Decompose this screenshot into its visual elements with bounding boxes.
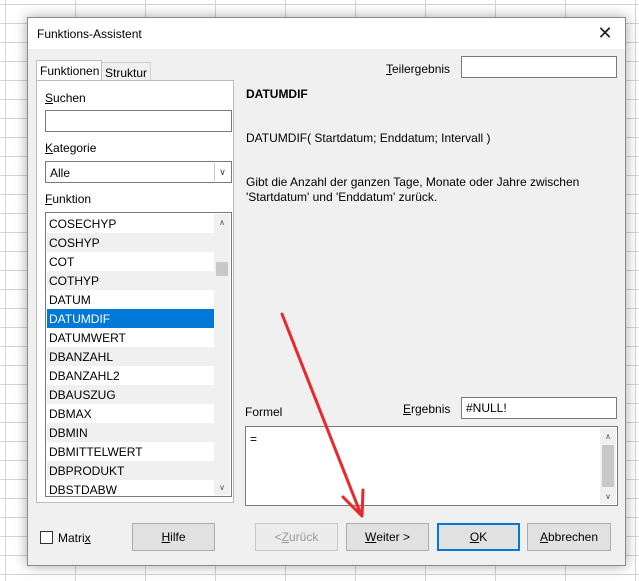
annotation-arrow	[280, 312, 365, 518]
annotation-arrow-line	[280, 312, 362, 514]
